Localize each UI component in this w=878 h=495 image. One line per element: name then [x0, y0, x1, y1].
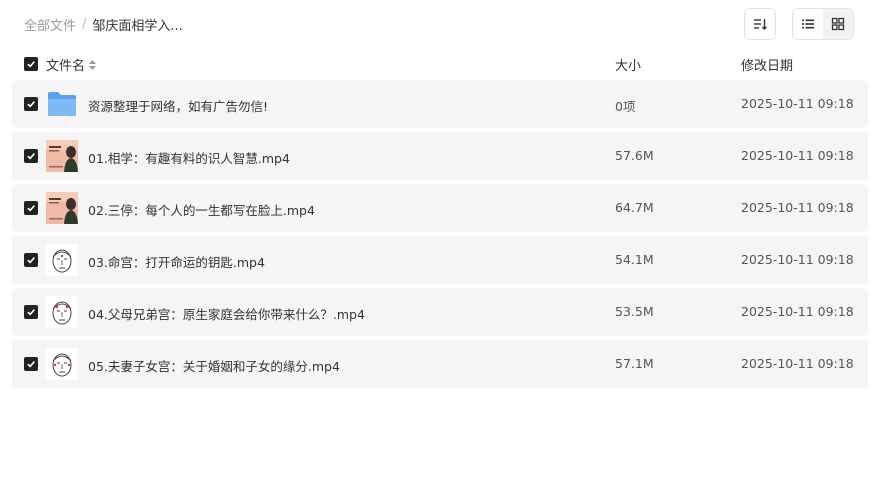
video-thumbnail-icon: [46, 296, 78, 328]
file-row[interactable]: 资源整理于网络，如有广告勿信! 0项 2025-10-11 09:18: [12, 80, 868, 128]
check-icon: [27, 205, 35, 212]
sort-button[interactable]: [744, 8, 776, 40]
check-icon: [27, 257, 35, 264]
column-header-size[interactable]: 大小: [615, 55, 641, 74]
sort-caret-icon: [89, 59, 97, 70]
check-icon: [27, 153, 35, 160]
file-size: 57.6M: [615, 148, 654, 163]
select-all-checkbox[interactable]: [24, 57, 38, 71]
folder-icon: [46, 88, 78, 120]
column-header-modified[interactable]: 修改日期: [741, 55, 793, 74]
row-checkbox[interactable]: [24, 305, 38, 319]
file-row[interactable]: 02.三停：每个人的一生都写在脸上.mp4 64.7M 2025-10-11 0…: [12, 184, 868, 232]
video-thumbnail-icon: [46, 348, 78, 380]
file-row[interactable]: 01.相学：有趣有料的识人智慧.mp4 57.6M 2025-10-11 09:…: [12, 132, 868, 180]
file-size: 53.5M: [615, 304, 654, 319]
grid-view-button[interactable]: [823, 9, 853, 39]
file-name[interactable]: 资源整理于网络，如有广告勿信!: [88, 96, 268, 115]
file-date: 2025-10-11 09:18: [741, 200, 854, 215]
check-icon: [27, 101, 35, 108]
breadcrumb-root-link[interactable]: 全部文件: [24, 15, 76, 34]
row-checkbox[interactable]: [24, 149, 38, 163]
file-name[interactable]: 05.夫妻子女宫：关于婚姻和子女的缘分.mp4: [88, 356, 340, 375]
file-name[interactable]: 02.三停：每个人的一生都写在脸上.mp4: [88, 200, 315, 219]
column-header-name[interactable]: 文件名: [46, 55, 97, 74]
file-row[interactable]: 04.父母兄弟宫：原生家庭会给你带来什么？.mp4 53.5M 2025-10-…: [12, 288, 868, 336]
file-row[interactable]: 05.夫妻子女宫：关于婚姻和子女的缘分.mp4 57.1M 2025-10-11…: [12, 340, 868, 388]
file-size: 64.7M: [615, 200, 654, 215]
file-date: 2025-10-11 09:18: [741, 148, 854, 163]
row-checkbox[interactable]: [24, 253, 38, 267]
file-list-header: 文件名 大小 修改日期: [12, 52, 868, 76]
top-bar: 全部文件 / 邹庆面相学入...: [0, 0, 878, 48]
check-icon: [27, 361, 35, 368]
check-icon: [27, 61, 35, 68]
row-checkbox[interactable]: [24, 97, 38, 111]
view-toggle: [792, 8, 854, 40]
file-name[interactable]: 03.命宫：打开命运的钥匙.mp4: [88, 252, 265, 271]
file-name[interactable]: 04.父母兄弟宫：原生家庭会给你带来什么？.mp4: [88, 304, 365, 323]
row-checkbox[interactable]: [24, 357, 38, 371]
file-size: 54.1M: [615, 252, 654, 267]
column-header-name-label: 文件名: [46, 59, 86, 74]
video-thumbnail-icon: [46, 192, 78, 224]
file-row[interactable]: 03.命宫：打开命运的钥匙.mp4 54.1M 2025-10-11 09:18: [12, 236, 868, 284]
list-view-button[interactable]: [793, 9, 823, 39]
row-checkbox[interactable]: [24, 201, 38, 215]
video-thumbnail-icon: [46, 140, 78, 172]
file-date: 2025-10-11 09:18: [741, 96, 854, 111]
file-size: 57.1M: [615, 356, 654, 371]
file-name[interactable]: 01.相学：有趣有料的识人智慧.mp4: [88, 148, 290, 167]
breadcrumb-current: 邹庆面相学入...: [92, 18, 183, 34]
sort-icon: [754, 19, 767, 30]
list-view-icon: [802, 19, 814, 29]
file-date: 2025-10-11 09:18: [741, 356, 854, 371]
video-thumbnail-icon: [46, 244, 78, 276]
file-date: 2025-10-11 09:18: [741, 304, 854, 319]
file-date: 2025-10-11 09:18: [741, 252, 854, 267]
breadcrumb: 全部文件 / 邹庆面相学入...: [24, 15, 183, 34]
file-size: 0项: [615, 99, 636, 114]
grid-view-icon: [831, 17, 845, 31]
check-icon: [27, 309, 35, 316]
breadcrumb-separator: /: [82, 16, 87, 32]
